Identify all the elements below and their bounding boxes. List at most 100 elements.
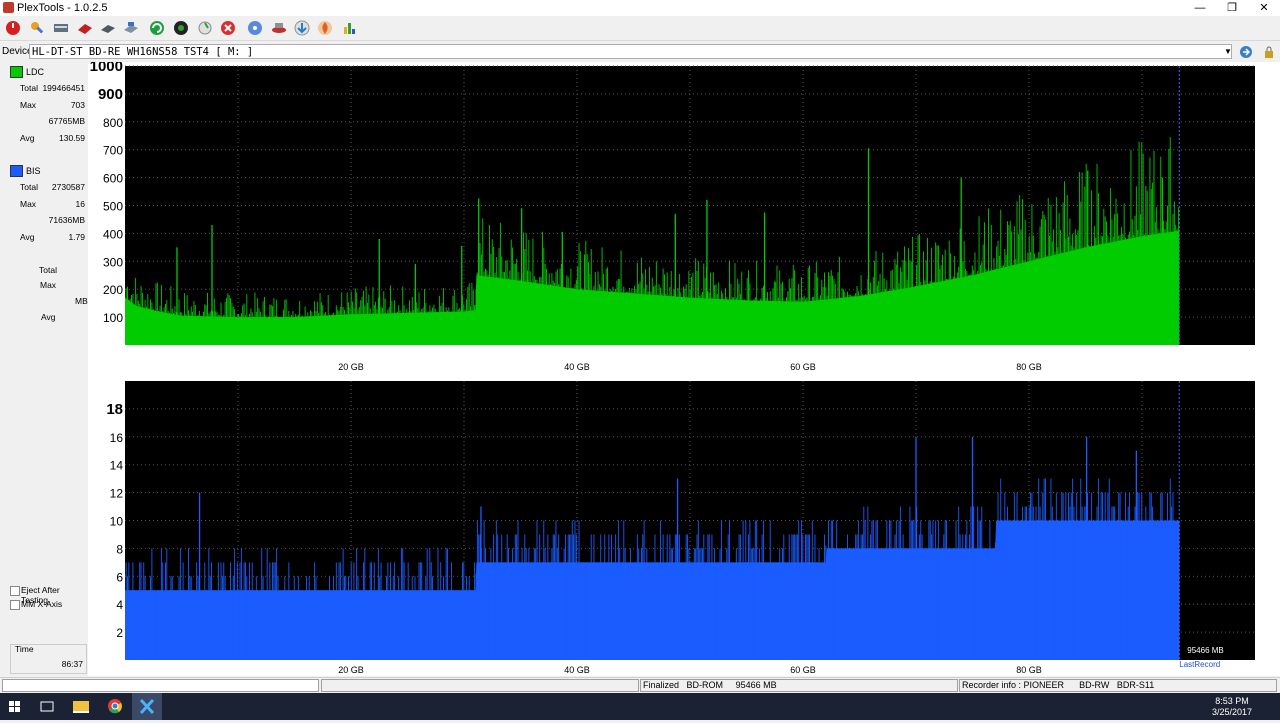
ldc-max-position: 67765MB bbox=[48, 116, 85, 126]
recorder-info-text: Recorder info : PIONEER bbox=[962, 680, 1065, 690]
disc-icon[interactable] bbox=[246, 19, 264, 37]
ldc-x-tick-label: 40 GB bbox=[564, 362, 590, 372]
chrome-icon[interactable] bbox=[100, 693, 130, 720]
disc-type-text: BD-ROM bbox=[686, 680, 724, 690]
download-icon[interactable] bbox=[293, 19, 311, 37]
ldc-max-label: Max bbox=[20, 100, 37, 110]
lock-icon[interactable] bbox=[1262, 45, 1276, 59]
status-message-cell bbox=[321, 679, 639, 692]
ldc-y-tick-label: 1000 bbox=[90, 62, 123, 75]
charts-svg: 100 200 300 400 500 600 700 800 900 1000 20 GB 40 G… bbox=[90, 58, 1255, 675]
bis-avg-value: 1.79 bbox=[68, 232, 85, 242]
finalized-text: Finalized bbox=[643, 680, 680, 690]
scan-icon[interactable] bbox=[122, 19, 140, 37]
third-mb-label: MB bbox=[75, 296, 88, 306]
start-icon[interactable] bbox=[0, 693, 30, 720]
status-progress-cell bbox=[2, 679, 319, 692]
ldc-total-value: 199466451 bbox=[42, 83, 85, 93]
plextools-taskbar-icon[interactable] bbox=[132, 693, 162, 720]
eject-icon[interactable] bbox=[99, 19, 117, 37]
file-explorer-icon[interactable] bbox=[66, 693, 96, 720]
toolbar bbox=[0, 16, 1280, 41]
ldc-label: LDC bbox=[26, 67, 45, 77]
third-max-label: Max bbox=[40, 280, 57, 290]
fire-icon[interactable] bbox=[316, 19, 334, 37]
bis-y-tick-label: 4 bbox=[116, 598, 123, 612]
ldc-y-tick-label: 300 bbox=[103, 255, 123, 269]
clock-date: 3/25/2017 bbox=[1211, 707, 1252, 717]
ldc-y-tick-label: 800 bbox=[103, 116, 123, 130]
ldc-y-tick-label: 400 bbox=[103, 227, 123, 241]
ldc-y-tick-label: 600 bbox=[103, 172, 123, 186]
bis-end-label: 95466 MB bbox=[1187, 646, 1223, 655]
ldc-max-value: 703 bbox=[70, 100, 85, 110]
bis-x-tick-label: 40 GB bbox=[564, 665, 590, 675]
bis-y-tick-label: 12 bbox=[110, 487, 124, 501]
device-select[interactable]: HL-DT-ST BD-RE WH16NS58 TST4 [ M: ] bbox=[29, 44, 1232, 59]
third-avg-label: Avg bbox=[41, 312, 56, 322]
bis-y-tick-label: 16 bbox=[110, 431, 124, 445]
chevron-down-icon[interactable]: ▼ bbox=[1223, 45, 1233, 58]
bis-avg-label: Avg bbox=[20, 232, 35, 242]
ldc-color-swatch[interactable] bbox=[10, 66, 23, 78]
taskbar-clock[interactable]: 8:53 PM 3/25/2017 bbox=[1212, 696, 1252, 718]
refresh-icon[interactable] bbox=[148, 19, 166, 37]
status-disc-cell: Finalized BD-ROM 95466 MB bbox=[640, 679, 958, 692]
ldc-avg-value: 130.59 bbox=[59, 133, 85, 143]
ldc-y-tick-label: 500 bbox=[103, 200, 123, 214]
third-total-label: Total bbox=[39, 265, 57, 275]
bis-y-tick-label: 2 bbox=[116, 626, 123, 640]
chart-icon[interactable] bbox=[340, 19, 358, 37]
bis-y-tick-label: 8 bbox=[116, 542, 123, 556]
close-button[interactable]: ✕ bbox=[1248, 0, 1280, 16]
stop-icon[interactable] bbox=[4, 19, 22, 37]
recorder-media-text: BD-RW bbox=[1079, 680, 1110, 690]
time-label: Time bbox=[15, 644, 34, 654]
status-bar: Finalized BD-ROM 95466 MB Recorder info … bbox=[0, 677, 1280, 694]
task-view-icon[interactable] bbox=[32, 693, 62, 720]
drive-icon[interactable] bbox=[52, 19, 70, 37]
bis-end-caption: LastRecord bbox=[1179, 660, 1220, 669]
bis-label: BIS bbox=[26, 166, 41, 176]
info-icon[interactable] bbox=[1239, 45, 1253, 59]
restore-button[interactable]: ❐ bbox=[1216, 0, 1248, 16]
clock-time: 8:53 PM bbox=[1215, 696, 1249, 706]
mm-x-axis-checkbox[interactable] bbox=[10, 600, 20, 610]
recorder-icon[interactable] bbox=[196, 19, 214, 37]
tools-icon[interactable] bbox=[28, 19, 46, 37]
recorder-model-text: BDR-S11 bbox=[1116, 680, 1155, 690]
bis-y-tick-label: 14 bbox=[110, 459, 124, 473]
window-title: PlexTools - 1.0.2.5 bbox=[17, 2, 108, 14]
bis-x-tick-label: 80 GB bbox=[1016, 665, 1042, 675]
bis-max-position: 71636MB bbox=[48, 215, 85, 225]
ldc-x-tick-label: 80 GB bbox=[1016, 362, 1042, 372]
bis-color-swatch[interactable] bbox=[10, 165, 23, 177]
bis-y-tick-label: 18 bbox=[106, 401, 123, 418]
bis-y-tick-label: 10 bbox=[110, 515, 124, 529]
ldc-y-tick-label: 100 bbox=[103, 311, 123, 325]
ldc-y-tick-label: 900 bbox=[98, 86, 123, 103]
ldc-y-tick-label: 200 bbox=[103, 283, 123, 297]
ldc-y-tick-label: 700 bbox=[103, 144, 123, 158]
title-bar: PlexTools - 1.0.2.5 — ❐ ✕ bbox=[0, 0, 1280, 16]
ldc-x-tick-label: 20 GB bbox=[338, 362, 364, 372]
right-strip bbox=[1258, 62, 1280, 676]
chart-area: 100 200 300 400 500 600 700 800 900 1000 20 GB 40 G… bbox=[88, 58, 1258, 676]
cancel-icon[interactable] bbox=[219, 19, 237, 37]
bis-max-label: Max bbox=[20, 199, 37, 209]
mm-x-axis-label: MM X-Axis bbox=[21, 599, 63, 609]
bis-total-label: Total bbox=[20, 182, 38, 192]
disc-size-text: 95466 MB bbox=[735, 680, 777, 690]
minimize-button[interactable]: — bbox=[1184, 0, 1216, 16]
device-bar: Device: HL-DT-ST BD-RE WH16NS58 TST4 [ M… bbox=[0, 43, 1280, 61]
globe-icon[interactable] bbox=[172, 19, 190, 37]
taskbar: 8:53 PM 3/25/2017 bbox=[0, 693, 1280, 720]
app-icon bbox=[3, 2, 14, 13]
burn-icon[interactable] bbox=[270, 19, 288, 37]
eject-after-testing-checkbox[interactable] bbox=[10, 586, 20, 596]
bis-y-tick-label: 6 bbox=[116, 570, 123, 584]
ldc-total-label: Total bbox=[20, 83, 38, 93]
red-disc-icon[interactable] bbox=[76, 19, 94, 37]
bis-x-tick-label: 60 GB bbox=[790, 665, 816, 675]
ldc-avg-label: Avg bbox=[20, 133, 35, 143]
